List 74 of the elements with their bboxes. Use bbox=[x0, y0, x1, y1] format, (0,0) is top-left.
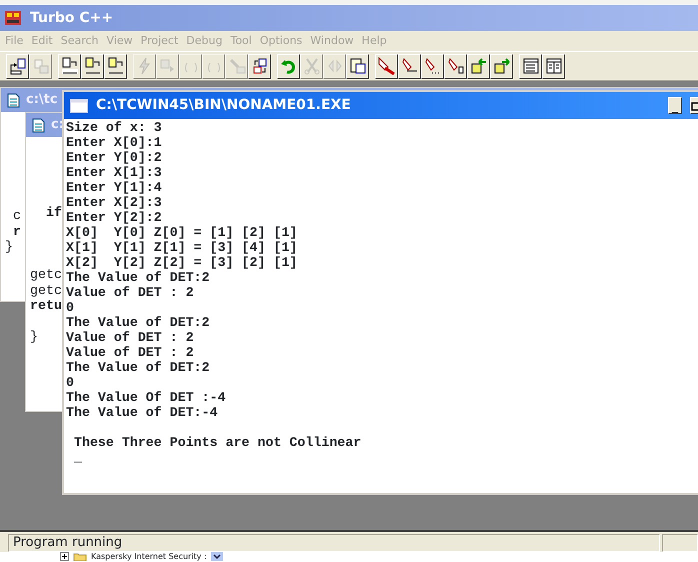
clipboard-icon bbox=[348, 57, 366, 75]
note-arrow-icon bbox=[492, 57, 510, 75]
swap-documents-icon bbox=[250, 57, 268, 75]
console-line: The Value Of DET :-4 bbox=[66, 390, 227, 405]
toolbar-button[interactable] bbox=[58, 54, 81, 78]
console-line: Enter X[2]:3 bbox=[66, 195, 163, 210]
console-line: Value of DET : 2 bbox=[66, 285, 195, 300]
console-line: Enter Y[0]:2 bbox=[66, 150, 163, 165]
scissors-icon bbox=[302, 57, 320, 75]
console-message: These Three Points are not Collinear bbox=[72, 435, 362, 450]
console-line: The Value of DET:-4 bbox=[66, 405, 219, 420]
tree-item-label[interactable]: Kaspersky Internet Security : bbox=[91, 552, 207, 561]
document-icon bbox=[32, 118, 45, 132]
toolbar-button[interactable] bbox=[421, 54, 444, 78]
console-line: Size of x: 3 bbox=[66, 120, 163, 135]
window-title: C:\TCWIN45\BIN\NONAME01.EXE bbox=[96, 96, 352, 115]
console-line: The Value of DET:2 bbox=[66, 360, 211, 375]
code-line: if bbox=[44, 205, 62, 220]
window-title: Turbo C++ bbox=[30, 8, 114, 28]
expand-icon[interactable] bbox=[60, 552, 69, 561]
console-line: 0 bbox=[66, 300, 75, 315]
console-line: 0 bbox=[66, 375, 75, 390]
binary-page-icon bbox=[106, 57, 124, 75]
window-list-icon bbox=[522, 57, 540, 75]
binary-page-icon bbox=[84, 57, 102, 75]
editor-title: c:\tc bbox=[26, 91, 58, 110]
toolbar-button[interactable] bbox=[375, 54, 398, 78]
toolbar-button[interactable] bbox=[81, 54, 104, 78]
toolbar-button[interactable] bbox=[542, 54, 565, 78]
code-line: getc bbox=[30, 282, 62, 298]
toolbar-button[interactable] bbox=[490, 54, 513, 78]
console-line: X[1] Y[1] Z[1] = [3] [4] [1] bbox=[66, 240, 298, 255]
text-cursor: _ bbox=[72, 450, 83, 465]
dropdown-arrow-icon[interactable] bbox=[210, 552, 223, 561]
toolbar-button[interactable] bbox=[104, 54, 127, 78]
toolbar-button[interactable] bbox=[248, 54, 271, 78]
toolbar-button[interactable] bbox=[398, 54, 421, 78]
toolbar-button[interactable] bbox=[277, 54, 300, 78]
document-icon bbox=[7, 92, 20, 108]
toolbar-button[interactable] bbox=[519, 54, 542, 78]
window-icon bbox=[70, 98, 88, 112]
code-line: c bbox=[12, 208, 21, 224]
console-line: The Value of DET:2 bbox=[66, 315, 211, 330]
documents-icon bbox=[32, 57, 50, 75]
console-line: Enter Y[1]:4 bbox=[66, 180, 163, 195]
app-logo-icon bbox=[4, 9, 22, 27]
code-line: r bbox=[12, 224, 21, 239]
folder-icon bbox=[73, 552, 87, 561]
console-line: X[2] Y[2] Z[2] = [3] [2] [1] bbox=[66, 255, 298, 270]
console-line: Value of DET : 2 bbox=[66, 330, 195, 345]
code-line: } bbox=[5, 239, 13, 254]
binary-page-icon bbox=[60, 57, 78, 75]
status-text: Program running bbox=[8, 534, 660, 552]
toolbar-button[interactable] bbox=[444, 54, 467, 78]
code-line: retu bbox=[30, 298, 62, 314]
window-columns-icon bbox=[544, 57, 562, 75]
status-panel bbox=[662, 534, 698, 552]
maximize-icon bbox=[691, 102, 698, 111]
note-arrow-icon bbox=[470, 57, 488, 75]
console-line: Enter X[0]:1 bbox=[66, 135, 163, 150]
document-arrow-icon bbox=[8, 57, 26, 75]
toolbar-button[interactable] bbox=[6, 54, 29, 78]
console-line: The Value of DET:2 bbox=[66, 270, 211, 285]
console-line: Value of DET : 2 bbox=[66, 345, 195, 360]
code-line: getc bbox=[30, 267, 62, 282]
page-arrow-icon bbox=[158, 57, 176, 75]
code-line: } bbox=[30, 329, 38, 344]
arrows-icon bbox=[326, 57, 344, 75]
console-line: X[0] Y[0] Z[0] = [1] [2] [1] bbox=[66, 225, 298, 240]
toolbar-button[interactable] bbox=[467, 54, 490, 78]
minimize-button[interactable]: _ bbox=[668, 97, 682, 114]
console-line: Enter Y[2]:2 bbox=[66, 210, 163, 225]
console-line: Enter X[1]:3 bbox=[66, 165, 163, 180]
toolbar-button[interactable] bbox=[346, 54, 369, 78]
